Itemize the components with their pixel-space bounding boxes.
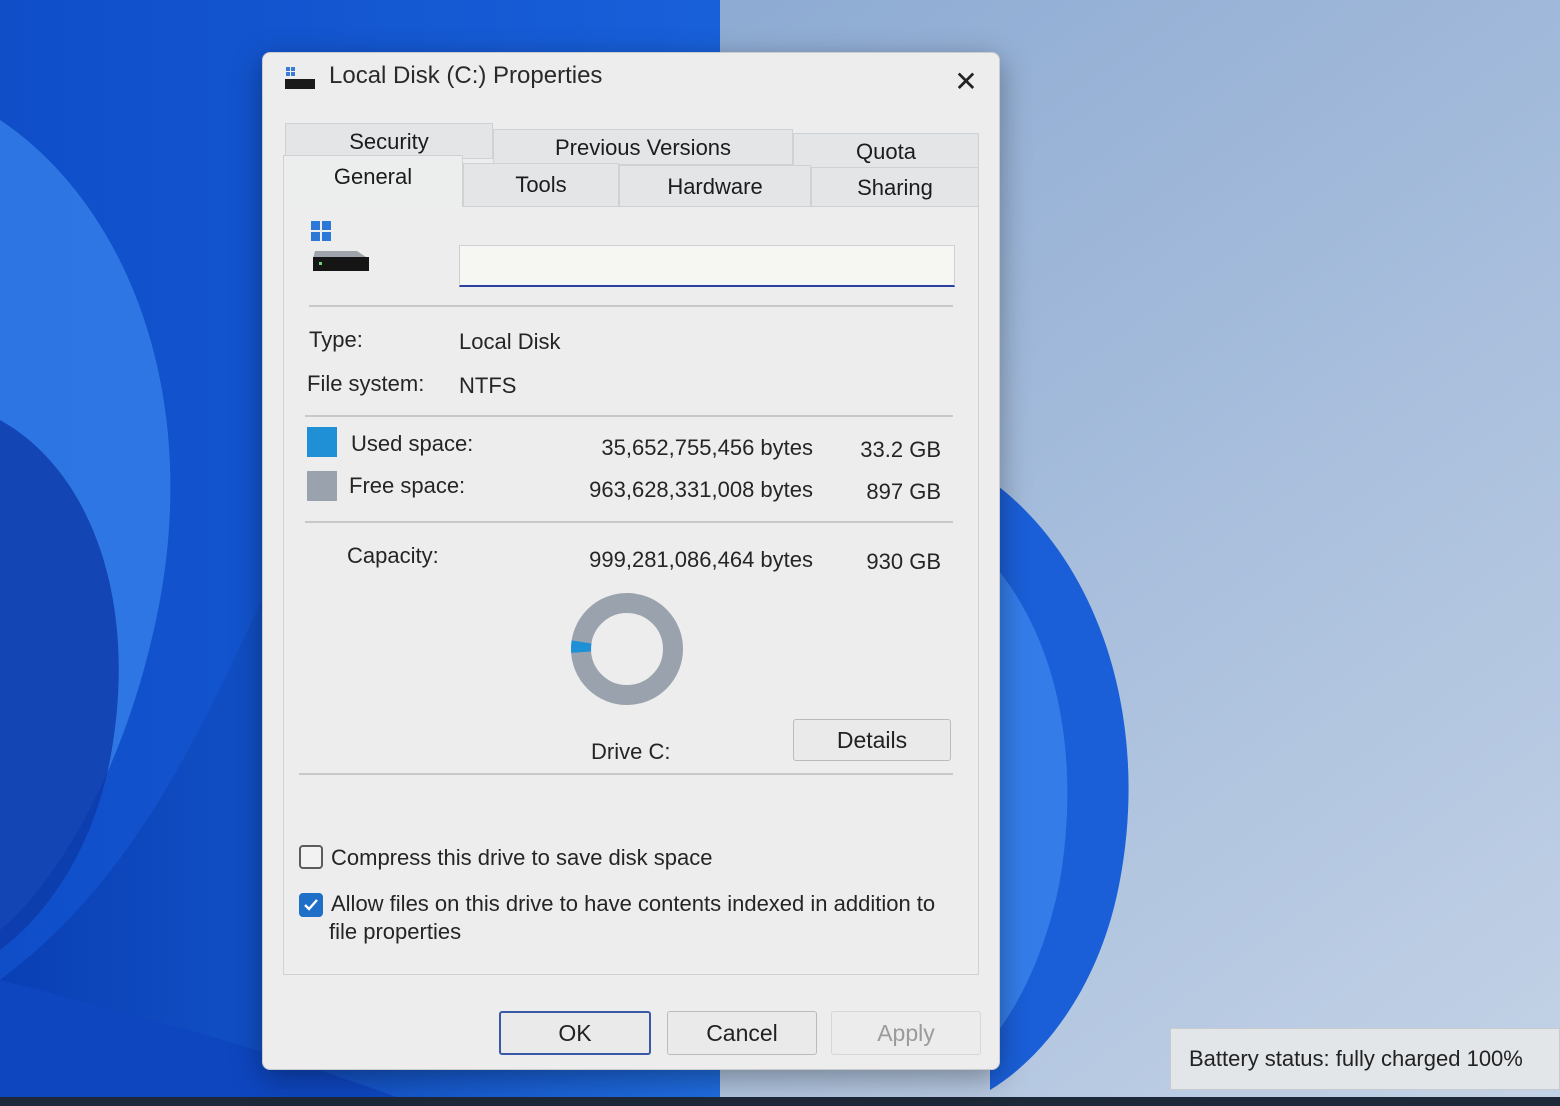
properties-dialog: Local Disk (C:) Properties ✕ Security Pr… bbox=[262, 52, 1000, 1070]
tab-hardware[interactable]: Hardware bbox=[619, 165, 811, 207]
ok-button[interactable]: OK bbox=[499, 1011, 651, 1055]
tab-tools[interactable]: Tools bbox=[463, 163, 619, 207]
file-system-label: File system: bbox=[307, 371, 425, 396]
battery-status-tooltip: Battery status: fully charged 100% bbox=[1170, 1028, 1560, 1090]
separator bbox=[309, 305, 953, 307]
free-space-label: Free space: bbox=[349, 473, 466, 498]
tab-previous-versions[interactable]: Previous Versions bbox=[493, 129, 793, 165]
used-space-label: Used space: bbox=[351, 431, 474, 456]
apply-button[interactable]: Apply bbox=[831, 1011, 981, 1055]
index-label-line1[interactable]: Allow files on this drive to have conten… bbox=[331, 891, 935, 917]
title-bar[interactable]: Local Disk (C:) Properties ✕ bbox=[263, 53, 999, 101]
close-icon[interactable]: ✕ bbox=[947, 65, 985, 99]
taskbar-edge bbox=[0, 1097, 1560, 1106]
capacity-gb: 930 GB bbox=[866, 549, 941, 574]
compress-checkbox[interactable] bbox=[299, 845, 323, 869]
used-space-gb: 33.2 GB bbox=[860, 437, 941, 462]
details-button[interactable]: Details bbox=[793, 719, 951, 761]
free-space-gb: 897 GB bbox=[866, 479, 941, 504]
separator bbox=[305, 521, 953, 523]
window-title: Local Disk (C:) Properties bbox=[329, 62, 603, 89]
drive-icon bbox=[311, 221, 369, 271]
separator bbox=[299, 773, 953, 775]
tab-sharing[interactable]: Sharing bbox=[811, 167, 979, 207]
tab-general[interactable]: General bbox=[283, 155, 463, 207]
cancel-button[interactable]: Cancel bbox=[667, 1011, 817, 1055]
index-checkbox[interactable] bbox=[299, 893, 323, 917]
drive-label: Drive C: bbox=[591, 739, 671, 764]
drive-icon bbox=[285, 67, 315, 89]
compress-label[interactable]: Compress this drive to save disk space bbox=[331, 845, 713, 871]
used-space-swatch bbox=[307, 427, 337, 457]
free-space-ring bbox=[571, 593, 683, 705]
disk-usage-donut bbox=[571, 593, 683, 705]
free-space-bytes: 963,628,331,008 bytes bbox=[589, 477, 813, 502]
free-space-swatch bbox=[307, 471, 337, 501]
capacity-bytes: 999,281,086,464 bytes bbox=[589, 547, 813, 572]
type-label: Type: bbox=[309, 327, 363, 352]
capacity-label: Capacity: bbox=[347, 543, 439, 568]
index-label-line2[interactable]: file properties bbox=[329, 919, 461, 945]
tab-quota[interactable]: Quota bbox=[793, 133, 979, 169]
separator bbox=[305, 415, 953, 417]
used-space-bytes: 35,652,755,456 bytes bbox=[601, 435, 813, 460]
drive-name-input[interactable] bbox=[459, 245, 955, 287]
tab-security[interactable]: Security bbox=[285, 123, 493, 159]
file-system-value: NTFS bbox=[459, 373, 517, 398]
type-value: Local Disk bbox=[459, 329, 561, 354]
checkmark-icon bbox=[304, 899, 318, 911]
